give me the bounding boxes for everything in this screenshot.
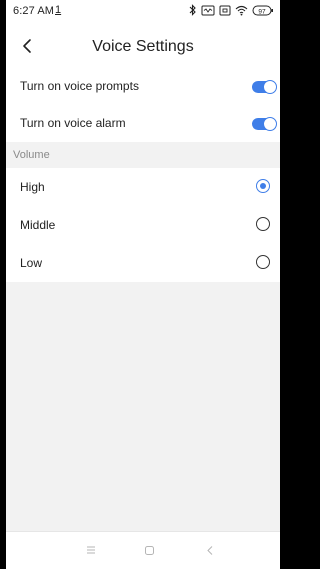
- volume-section-header: Volume: [6, 142, 280, 168]
- toggle-section: Turn on voice prompts Turn on voice alar…: [6, 68, 280, 142]
- voice-prompts-label: Turn on voice prompts: [20, 79, 139, 93]
- voice-alarm-label: Turn on voice alarm: [20, 116, 126, 130]
- volume-option-label: High: [20, 180, 45, 194]
- vibrate-icon: [201, 5, 215, 15]
- screen: 6:27 AM 1 97 Voice Settings Turn on voic…: [6, 0, 280, 569]
- status-time: 6:27 AM: [13, 5, 55, 17]
- volume-option-middle[interactable]: Middle: [6, 206, 280, 244]
- notification-alert-icon: 1: [55, 4, 62, 16]
- voice-prompts-row[interactable]: Turn on voice prompts: [6, 68, 280, 105]
- system-nav-bar: [6, 531, 280, 569]
- volume-option-low[interactable]: Low: [6, 244, 280, 282]
- wifi-icon: [235, 5, 248, 16]
- home-button[interactable]: [140, 541, 158, 559]
- volume-section-label: Volume: [13, 149, 50, 161]
- radio-button-selected[interactable]: [256, 179, 270, 193]
- voice-alarm-toggle[interactable]: [252, 117, 277, 131]
- app-header: Voice Settings: [6, 24, 280, 68]
- sim-icon: [219, 5, 231, 15]
- battery-icon: 97: [252, 5, 273, 15]
- battery-level: 97: [258, 8, 266, 15]
- volume-options: High Middle Low: [6, 168, 280, 282]
- home-icon: [144, 545, 154, 555]
- recent-apps-button[interactable]: [82, 541, 100, 559]
- bluetooth-icon: [189, 4, 196, 16]
- page-title: Voice Settings: [92, 38, 194, 55]
- volume-option-label: Middle: [20, 218, 56, 232]
- voice-alarm-row[interactable]: Turn on voice alarm: [6, 105, 280, 142]
- volume-option-label: Low: [20, 256, 43, 270]
- phone-frame: 6:27 AM 1 97 Voice Settings Turn on voic…: [0, 0, 285, 569]
- status-icons: 97: [189, 4, 274, 16]
- toggle-knob: [263, 117, 277, 131]
- status-bar: 6:27 AM 1 97: [6, 0, 280, 24]
- menu-icon: [87, 546, 95, 554]
- radio-button[interactable]: [256, 217, 270, 231]
- radio-button[interactable]: [256, 255, 270, 269]
- system-back-button[interactable]: [201, 541, 219, 559]
- back-icon: [207, 545, 213, 555]
- toggle-knob: [263, 80, 277, 94]
- voice-prompts-toggle[interactable]: [252, 80, 277, 94]
- volume-option-high[interactable]: High: [6, 168, 280, 206]
